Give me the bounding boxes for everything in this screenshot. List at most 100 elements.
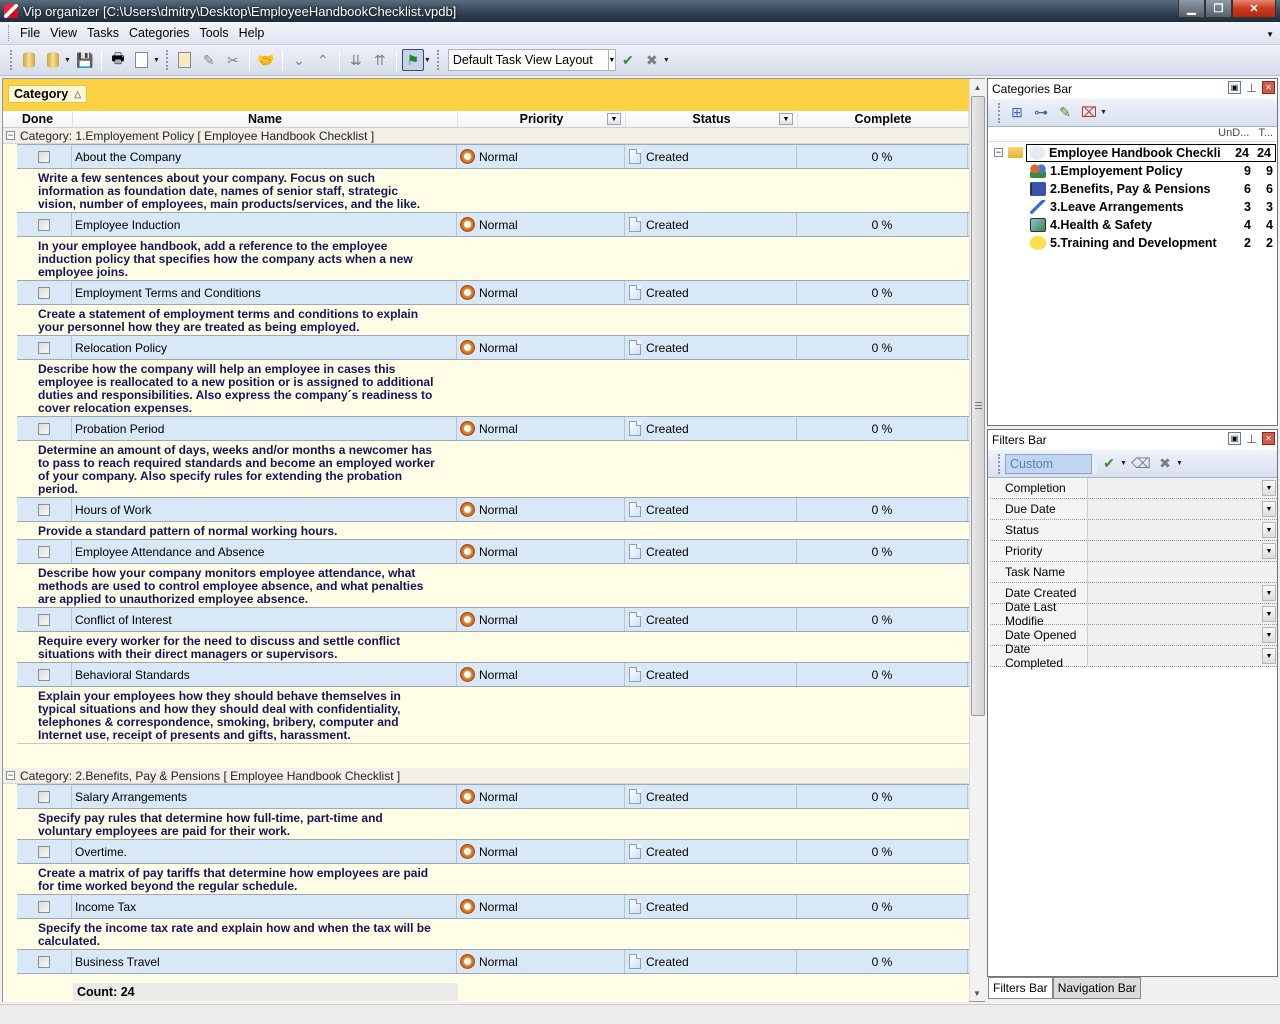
filter-value-input[interactable]: ▼ bbox=[1088, 583, 1277, 603]
close-panel-icon[interactable]: ✕ bbox=[1262, 432, 1275, 445]
delete-task-button[interactable]: ✂ bbox=[222, 49, 244, 71]
done-checkbox[interactable] bbox=[38, 503, 50, 516]
done-checkbox[interactable] bbox=[38, 286, 50, 299]
complete-cell[interactable]: 0 % bbox=[797, 608, 968, 631]
collapse-tree-icon[interactable]: − bbox=[994, 148, 1003, 157]
complete-cell[interactable]: 0 % bbox=[797, 950, 968, 973]
status-cell[interactable]: Created bbox=[625, 663, 797, 686]
toolbar-grip-3[interactable] bbox=[436, 50, 440, 70]
save-button[interactable]: 💾 bbox=[74, 49, 96, 71]
clear-filter-button[interactable]: ⌫ bbox=[1130, 453, 1152, 475]
status-cell[interactable]: Created bbox=[625, 336, 797, 359]
categories-overflow-icon[interactable]: ▼ bbox=[1100, 109, 1107, 116]
complete-cell[interactable]: 0 % bbox=[797, 663, 968, 686]
menu-help[interactable]: Help bbox=[234, 24, 270, 42]
category-tree-item[interactable]: 2.Benefits, Pay & Pensions 6 6 bbox=[1030, 180, 1277, 198]
done-checkbox[interactable] bbox=[38, 845, 50, 858]
filter-value-input[interactable]: ▼ bbox=[1088, 625, 1277, 645]
float-panel-icon[interactable]: ▣ bbox=[1228, 432, 1241, 445]
scroll-down-icon[interactable]: ▼ bbox=[970, 985, 984, 1001]
filter-dropdown-icon[interactable]: ▼ bbox=[1262, 627, 1276, 643]
task-row[interactable]: About the Company Normal Created 0 % bbox=[17, 144, 969, 169]
status-cell[interactable]: Created bbox=[625, 417, 797, 440]
done-checkbox[interactable] bbox=[38, 613, 50, 626]
layout-select[interactable]: Default Task View Layout ▼ bbox=[447, 49, 616, 71]
move-down-button[interactable]: ⌄ bbox=[288, 49, 310, 71]
name-cell[interactable]: Employment Terms and Conditions bbox=[72, 281, 457, 304]
filter-dropdown-icon[interactable]: ▼ bbox=[1262, 606, 1276, 622]
layout-dropdown-icon[interactable]: ▼ bbox=[607, 50, 615, 70]
complete-cell[interactable]: 0 % bbox=[797, 417, 968, 440]
priority-cell[interactable]: Normal bbox=[457, 336, 625, 359]
float-panel-icon[interactable]: ▣ bbox=[1228, 81, 1241, 94]
category-tree-item[interactable]: 1.Employement Policy 9 9 bbox=[1030, 162, 1277, 180]
pin-icon[interactable]: ⊥ bbox=[1245, 432, 1258, 446]
close-button[interactable]: ✕ bbox=[1232, 0, 1276, 18]
priority-cell[interactable]: Normal bbox=[457, 663, 625, 686]
delete-layout-button[interactable]: ✖ bbox=[641, 49, 663, 71]
filter-dropdown-icon[interactable]: ▼ bbox=[1262, 648, 1276, 664]
minimize-button[interactable]: ▁ bbox=[1178, 0, 1205, 18]
filter-dropdown-icon[interactable]: ▼ bbox=[1262, 585, 1276, 601]
layout-overflow-icon[interactable]: ▼ bbox=[663, 57, 670, 64]
task-row[interactable]: Employment Terms and Conditions Normal C… bbox=[17, 280, 969, 305]
toolbar-grip[interactable] bbox=[998, 453, 1001, 474]
task-row[interactable]: Hours of Work Normal Created 0 % bbox=[17, 497, 969, 522]
name-cell[interactable]: Behavioral Standards bbox=[72, 663, 457, 686]
category-tree-item[interactable]: 3.Leave Arrangements 3 3 bbox=[1030, 198, 1277, 216]
save-filter-dropdown-icon[interactable]: ▼ bbox=[1120, 460, 1127, 467]
status-cell[interactable]: Created bbox=[625, 213, 797, 236]
toolbar-grip-2[interactable] bbox=[165, 50, 169, 70]
delete-filter-button[interactable]: ✖ bbox=[1154, 453, 1176, 475]
status-cell[interactable]: Created bbox=[625, 950, 797, 973]
complete-cell[interactable]: 0 % bbox=[797, 895, 968, 918]
priority-cell[interactable]: Normal bbox=[457, 608, 625, 631]
filter-dropdown-icon[interactable]: ▼ bbox=[1262, 501, 1276, 517]
edit-task-button[interactable]: ✎ bbox=[198, 49, 220, 71]
tab-navigation-bar[interactable]: Navigation Bar bbox=[1052, 978, 1142, 999]
task-row[interactable]: Conflict of Interest Normal Created 0 % bbox=[17, 607, 969, 632]
priority-cell[interactable]: Normal bbox=[457, 498, 625, 521]
filters-overflow-icon[interactable]: ▼ bbox=[1176, 460, 1183, 467]
tree-root[interactable]: Employee Handbook Checkli 24 24 bbox=[1026, 144, 1276, 162]
done-checkbox[interactable] bbox=[38, 341, 50, 354]
name-cell[interactable]: Business Travel bbox=[72, 950, 457, 973]
menu-view[interactable]: View bbox=[45, 24, 82, 42]
complete-cell[interactable]: 0 % bbox=[797, 540, 968, 563]
tab-filters-bar[interactable]: Filters Bar bbox=[988, 978, 1053, 999]
new-task-button[interactable] bbox=[174, 49, 196, 71]
flag-view-button[interactable]: ⚑ bbox=[401, 49, 424, 71]
task-row[interactable]: Salary Arrangements Normal Created 0 % bbox=[17, 784, 969, 809]
menu-tasks[interactable]: Tasks bbox=[82, 24, 124, 42]
filter-value-input[interactable]: ▼ bbox=[1088, 520, 1277, 540]
status-cell[interactable]: Created bbox=[625, 145, 797, 168]
filter-value-input[interactable]: ▼ bbox=[1088, 478, 1277, 498]
task-row[interactable]: Income Tax Normal Created 0 % bbox=[17, 894, 969, 919]
category-group-row[interactable]: − Category: 1.Employement Policy [ Emplo… bbox=[3, 128, 969, 144]
toolbar-grip[interactable] bbox=[10, 50, 13, 70]
filter-value-input[interactable]: ▼ bbox=[1088, 646, 1277, 666]
move-up-button[interactable]: ⌃ bbox=[312, 49, 334, 71]
print-dropdown-icon[interactable]: ▼ bbox=[153, 57, 160, 64]
filter-value-input[interactable] bbox=[1088, 562, 1277, 582]
name-cell[interactable]: Employee Attendance and Absence bbox=[72, 540, 457, 563]
filter-dropdown-icon[interactable]: ▼ bbox=[1262, 522, 1276, 538]
done-checkbox[interactable] bbox=[38, 150, 50, 163]
status-cell[interactable]: Created bbox=[625, 785, 797, 808]
column-header-priority[interactable]: Priority ▼ bbox=[458, 111, 626, 127]
priority-cell[interactable]: Normal bbox=[457, 213, 625, 236]
filter-dropdown-icon[interactable]: ▼ bbox=[1262, 543, 1276, 559]
name-cell[interactable]: Conflict of Interest bbox=[72, 608, 457, 631]
complete-cell[interactable]: 0 % bbox=[797, 785, 968, 808]
complete-cell[interactable]: 0 % bbox=[797, 336, 968, 359]
priority-cell[interactable]: Normal bbox=[457, 785, 625, 808]
column-undone[interactable]: UnD... bbox=[1218, 127, 1249, 141]
group-by-chip[interactable]: Category △ bbox=[8, 85, 88, 103]
filter-dropdown-icon[interactable]: ▼ bbox=[1262, 480, 1276, 496]
filter-preset-select[interactable]: Custom bbox=[1005, 453, 1097, 474]
open-database-button[interactable] bbox=[42, 49, 64, 71]
menu-grip[interactable] bbox=[8, 25, 11, 41]
name-cell[interactable]: Probation Period bbox=[72, 417, 457, 440]
column-header-done[interactable]: Done bbox=[3, 111, 73, 127]
priority-cell[interactable]: Normal bbox=[457, 281, 625, 304]
